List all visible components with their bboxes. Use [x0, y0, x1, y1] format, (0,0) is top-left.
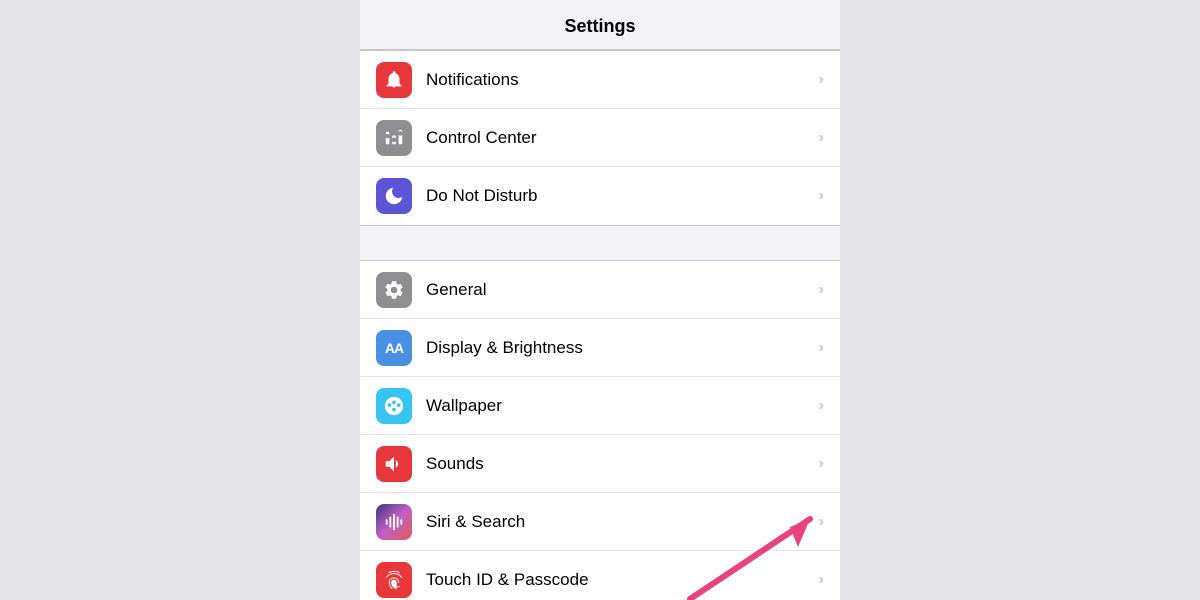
siri-label: Siri & Search [426, 512, 819, 532]
sidebar-item-sounds[interactable]: Sounds › [360, 435, 840, 493]
siri-icon-wrap [376, 504, 412, 540]
general-chevron: › [819, 281, 824, 299]
wallpaper-icon [383, 395, 405, 417]
sounds-label: Sounds [426, 454, 819, 474]
page-title: Settings [360, 16, 840, 37]
touchid-label: Touch ID & Passcode [426, 570, 819, 590]
siri-chevron: › [819, 513, 824, 531]
wallpaper-icon-wrap [376, 388, 412, 424]
touchid-icon [383, 569, 405, 591]
sidebar-item-display[interactable]: AA Display & Brightness › [360, 319, 840, 377]
sounds-icon-wrap [376, 446, 412, 482]
sounds-chevron: › [819, 455, 824, 473]
notifications-icon [383, 69, 405, 91]
do-not-disturb-icon-wrap [376, 178, 412, 214]
sidebar-item-control-center[interactable]: Control Center › [360, 109, 840, 167]
display-label: Display & Brightness [426, 338, 819, 358]
display-chevron: › [819, 339, 824, 357]
sidebar-item-general[interactable]: General › [360, 261, 840, 319]
sidebar-item-do-not-disturb[interactable]: Do Not Disturb › [360, 167, 840, 225]
wallpaper-chevron: › [819, 397, 824, 415]
wallpaper-label: Wallpaper [426, 396, 819, 416]
sidebar-item-wallpaper[interactable]: Wallpaper › [360, 377, 840, 435]
gear-icon [383, 279, 405, 301]
phone-container: Settings Notifications › [360, 0, 840, 600]
do-not-disturb-chevron: › [819, 187, 824, 205]
control-center-chevron: › [819, 129, 824, 147]
control-center-icon-wrap [376, 120, 412, 156]
notifications-label: Notifications [426, 70, 819, 90]
moon-icon [383, 185, 405, 207]
general-icon-wrap [376, 272, 412, 308]
touchid-icon-wrap [376, 562, 412, 598]
do-not-disturb-label: Do Not Disturb [426, 186, 819, 206]
section-group-2: General › AA Display & Brightness › Wall… [360, 260, 840, 600]
display-icon: AA [385, 340, 403, 356]
general-label: General [426, 280, 819, 300]
sidebar-item-notifications[interactable]: Notifications › [360, 51, 840, 109]
control-center-label: Control Center [426, 128, 819, 148]
notifications-icon-wrap [376, 62, 412, 98]
settings-header: Settings [360, 0, 840, 50]
section-group-1: Notifications › Control Center › [360, 50, 840, 226]
touchid-chevron: › [819, 571, 824, 589]
sidebar-item-touchid[interactable]: Touch ID & Passcode › [360, 551, 840, 600]
section-divider [360, 226, 840, 260]
sidebar-item-siri[interactable]: Siri & Search › [360, 493, 840, 551]
notifications-chevron: › [819, 71, 824, 89]
control-center-icon [383, 127, 405, 149]
display-icon-wrap: AA [376, 330, 412, 366]
siri-icon [383, 511, 405, 533]
sounds-icon [383, 453, 405, 475]
